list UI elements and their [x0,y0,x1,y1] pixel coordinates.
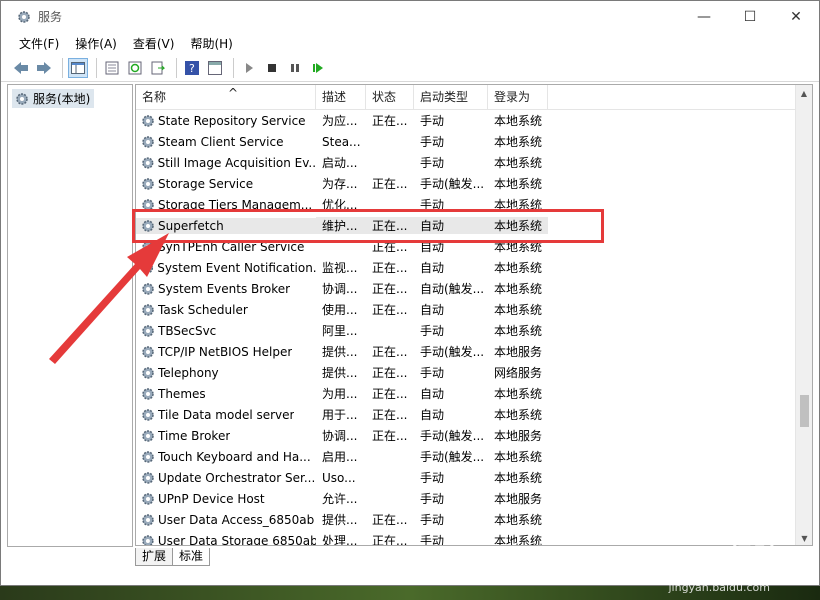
annotation-arrow-icon [49,233,169,364]
watermark-logo: Baidu经验 [644,544,780,574]
services-window: 服务 — ☐ ✕ 文件(F) 操作(A) 查看(V) 帮助(H) ? 服务(本地… [0,0,820,586]
watermark-url: jingyan.baidu.com [668,581,770,594]
